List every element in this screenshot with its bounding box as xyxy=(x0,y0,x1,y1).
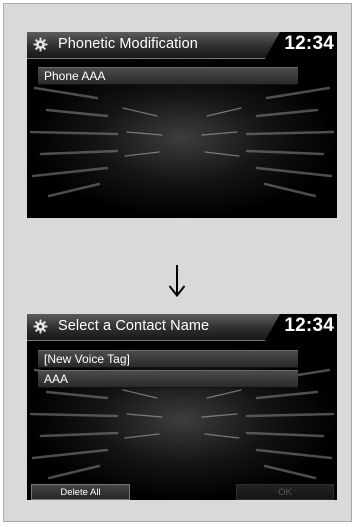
select-contact-name-screen: Select a Contact Name 12:34 [New Voice T… xyxy=(27,314,337,500)
list-item-new-voice-tag[interactable]: [New Voice Tag] xyxy=(38,350,298,368)
screen-title: Phonetic Modification xyxy=(58,36,198,52)
title-bar: Select a Contact Name xyxy=(27,314,280,341)
list-item-phone-aaa[interactable]: Phone AAA xyxy=(38,67,298,85)
clock: 12:34 xyxy=(284,315,334,336)
clock: 12:34 xyxy=(284,33,334,54)
phonetic-modification-screen: Phonetic Modification 12:34 Phone AAA xyxy=(27,32,337,218)
gear-icon xyxy=(33,319,48,334)
list-item-aaa[interactable]: AAA xyxy=(38,370,298,388)
arrow-down-icon xyxy=(168,265,186,298)
delete-all-button[interactable]: Delete All xyxy=(31,484,130,500)
screen-header: Select a Contact Name 12:34 xyxy=(27,314,337,341)
ok-button: OK xyxy=(236,484,334,500)
gear-icon xyxy=(33,37,48,52)
screen-title: Select a Contact Name xyxy=(58,318,210,334)
title-bar: Phonetic Modification xyxy=(27,32,280,59)
screen-header: Phonetic Modification 12:34 xyxy=(27,32,337,59)
